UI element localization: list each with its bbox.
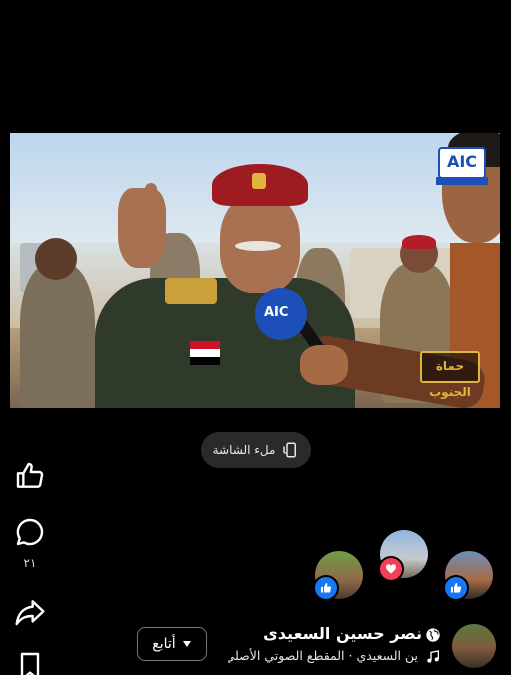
follow-label: أتابع bbox=[152, 636, 176, 652]
chevron-down-icon bbox=[182, 641, 191, 647]
heart-icon bbox=[385, 564, 397, 574]
bookmark-icon bbox=[20, 652, 40, 675]
reels-screen: AIC AIC حماة الجنوب ملء الشاشة ٢١ نصر حس… bbox=[0, 0, 511, 675]
channel-logo-bar bbox=[436, 177, 488, 185]
author-name[interactable]: نصر حسين السعيدى bbox=[263, 624, 422, 643]
like-reaction-badge bbox=[443, 575, 469, 601]
fullscreen-label: ملء الشاشة bbox=[212, 443, 276, 457]
soldier-right-beret bbox=[402, 235, 436, 249]
love-reaction-badge bbox=[378, 556, 404, 582]
comment-button[interactable] bbox=[14, 516, 46, 552]
follow-button[interactable]: أتابع bbox=[137, 627, 207, 661]
music-note-icon bbox=[427, 650, 439, 663]
fullscreen-button[interactable]: ملء الشاشة bbox=[201, 432, 311, 468]
soldier-left bbox=[20, 263, 95, 408]
officer-raised-finger bbox=[145, 183, 157, 218]
soldier-left-head bbox=[35, 238, 77, 280]
officer-mustache bbox=[235, 241, 281, 251]
program-watermark: حماة الجنوب bbox=[420, 351, 480, 399]
beret-badge bbox=[252, 173, 266, 189]
fullscreen-rotate-icon bbox=[283, 442, 297, 458]
yemen-flag-patch bbox=[190, 341, 220, 365]
officer-shoulder-patch bbox=[165, 278, 217, 304]
like-button[interactable] bbox=[14, 460, 46, 496]
video-player[interactable]: AIC AIC حماة الجنوب bbox=[10, 133, 500, 408]
globe-icon bbox=[426, 628, 440, 642]
reporter-hand bbox=[300, 345, 348, 385]
save-button[interactable] bbox=[14, 650, 46, 675]
share-button[interactable] bbox=[14, 596, 46, 632]
thumbs-up-icon bbox=[451, 583, 462, 593]
comment-count: ٢١ bbox=[23, 556, 37, 570]
audio-attribution[interactable]: ين السعيدي · المقطع الصوتي الأصلي bbox=[228, 648, 418, 663]
microphone-logo: AIC bbox=[264, 305, 289, 320]
thumbs-up-icon bbox=[16, 462, 44, 488]
share-arrow-icon bbox=[15, 600, 45, 626]
channel-logo: AIC bbox=[438, 147, 486, 179]
author-avatar[interactable] bbox=[452, 624, 496, 668]
like-reaction-badge bbox=[313, 575, 339, 601]
officer-raised-hand bbox=[118, 188, 166, 268]
thumbs-up-icon bbox=[321, 583, 332, 593]
comment-bubble-icon bbox=[16, 518, 44, 546]
